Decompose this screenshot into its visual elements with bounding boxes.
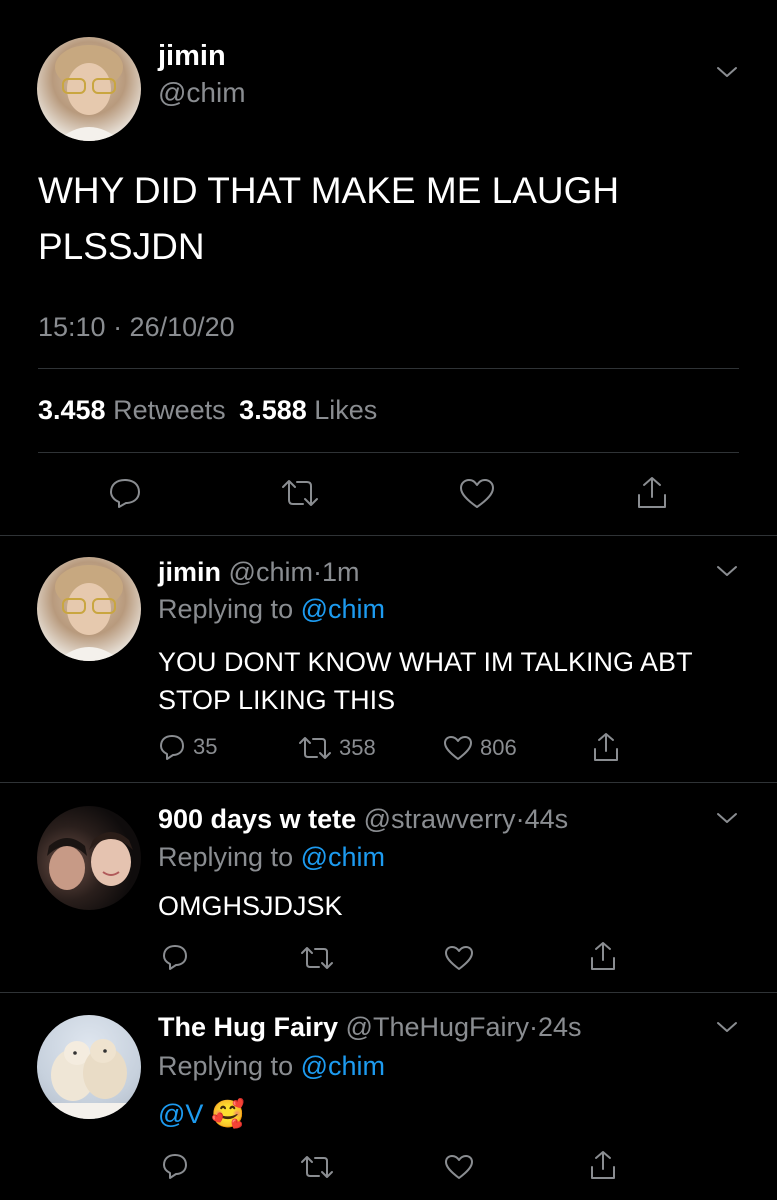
replying-to-label: Replying to xyxy=(158,1051,294,1081)
retweet-icon xyxy=(298,735,332,761)
chevron-down-icon[interactable] xyxy=(716,1020,738,1034)
retweets-count: 3.458 xyxy=(38,395,106,425)
heart-icon xyxy=(443,735,473,761)
reply-header: 900 days w tete @strawverry·44s xyxy=(158,804,568,835)
mention-link[interactable]: @V xyxy=(158,1099,203,1129)
avatar[interactable] xyxy=(37,1015,141,1119)
display-name[interactable]: jimin xyxy=(158,557,221,587)
handle[interactable]: @strawverry xyxy=(364,804,516,834)
reply-time: 24s xyxy=(538,1012,582,1042)
divider xyxy=(38,368,739,369)
display-name[interactable]: 900 days w tete xyxy=(158,804,356,834)
reply-icon[interactable] xyxy=(161,1152,189,1180)
likes-count: 3.588 xyxy=(239,395,307,425)
display-name[interactable]: The Hug Fairy xyxy=(158,1012,338,1042)
share-icon[interactable] xyxy=(636,475,668,511)
chevron-down-icon[interactable] xyxy=(716,811,738,825)
avatar[interactable] xyxy=(37,37,141,141)
retweet-count: 358 xyxy=(339,735,376,760)
retweets-label: Retweets xyxy=(113,395,226,425)
avatar[interactable] xyxy=(37,557,141,661)
reply-icon[interactable] xyxy=(161,943,189,971)
timestamp[interactable]: 15:10 · 26/10/20 xyxy=(38,312,235,343)
chevron-down-icon[interactable] xyxy=(716,65,738,79)
likes-label: Likes xyxy=(314,395,378,425)
reply-action[interactable]: 35 xyxy=(158,733,217,761)
avatar[interactable] xyxy=(37,806,141,910)
display-name[interactable]: jimin xyxy=(158,40,226,73)
replying-to: Replying to @chim xyxy=(158,594,385,625)
retweet-icon[interactable] xyxy=(300,945,334,971)
reply-header: jimin @chim·1m xyxy=(158,557,359,588)
separator: · xyxy=(312,557,322,587)
like-action[interactable]: 806 xyxy=(443,735,517,761)
reply-text: YOU DONT KNOW WHAT IM TALKING ABT STOP L… xyxy=(158,643,693,719)
replying-to: Replying to @chim xyxy=(158,842,385,873)
replying-to-link[interactable]: @chim xyxy=(301,594,385,624)
share-icon[interactable] xyxy=(589,1149,617,1181)
chevron-down-icon[interactable] xyxy=(716,564,738,578)
tweet-text-line: PLSSJDN xyxy=(38,226,205,267)
share-icon[interactable] xyxy=(592,731,620,763)
reply-time: 1m xyxy=(321,557,360,587)
divider xyxy=(0,992,777,993)
reply-header: The Hug Fairy @TheHugFairy·24s xyxy=(158,1012,582,1043)
reply-text: @V 🥰 xyxy=(158,1098,245,1130)
replying-to: Replying to @chim xyxy=(158,1051,385,1082)
tweet-text: WHY DID THAT MAKE ME LAUGH PLSSJDN xyxy=(38,163,619,275)
handle[interactable]: @chim xyxy=(158,77,246,109)
handle[interactable]: @chim xyxy=(229,557,313,587)
share-icon[interactable] xyxy=(589,940,617,972)
retweet-icon[interactable] xyxy=(280,478,320,508)
smiling-hearts-emoji: 🥰 xyxy=(210,1099,245,1129)
retweet-icon[interactable] xyxy=(300,1154,334,1180)
engagement-stats: 3.458 Retweets 3.588 Likes xyxy=(38,395,377,426)
reply-count: 35 xyxy=(193,734,218,759)
tweet-text-line: WHY DID THAT MAKE ME LAUGH xyxy=(38,170,620,211)
divider xyxy=(0,782,777,783)
retweet-action[interactable]: 358 xyxy=(298,735,376,761)
replying-to-label: Replying to xyxy=(158,594,294,624)
divider xyxy=(38,452,739,453)
reply-text: OMGHSJDJSK xyxy=(158,891,343,921)
reply-time: 44s xyxy=(524,804,569,834)
heart-icon[interactable] xyxy=(444,1154,474,1180)
replying-to-link[interactable]: @chim xyxy=(301,1051,385,1081)
like-count: 806 xyxy=(480,735,517,760)
retweets-stat[interactable]: 3.458 Retweets xyxy=(38,395,233,425)
separator: · xyxy=(529,1012,539,1042)
reply-icon xyxy=(158,733,186,761)
handle[interactable]: @TheHugFairy xyxy=(346,1012,529,1042)
reply-text-line: YOU DONT KNOW WHAT IM TALKING ABT xyxy=(158,647,693,677)
likes-stat[interactable]: 3.588 Likes xyxy=(239,395,377,425)
heart-icon[interactable] xyxy=(444,945,474,971)
replying-to-link[interactable]: @chim xyxy=(301,842,385,872)
reply-icon[interactable] xyxy=(108,476,142,510)
divider xyxy=(0,535,777,536)
separator: · xyxy=(515,804,525,834)
replying-to-label: Replying to xyxy=(158,842,294,872)
heart-icon[interactable] xyxy=(459,478,495,510)
reply-text-line: STOP LIKING THIS xyxy=(158,685,396,715)
